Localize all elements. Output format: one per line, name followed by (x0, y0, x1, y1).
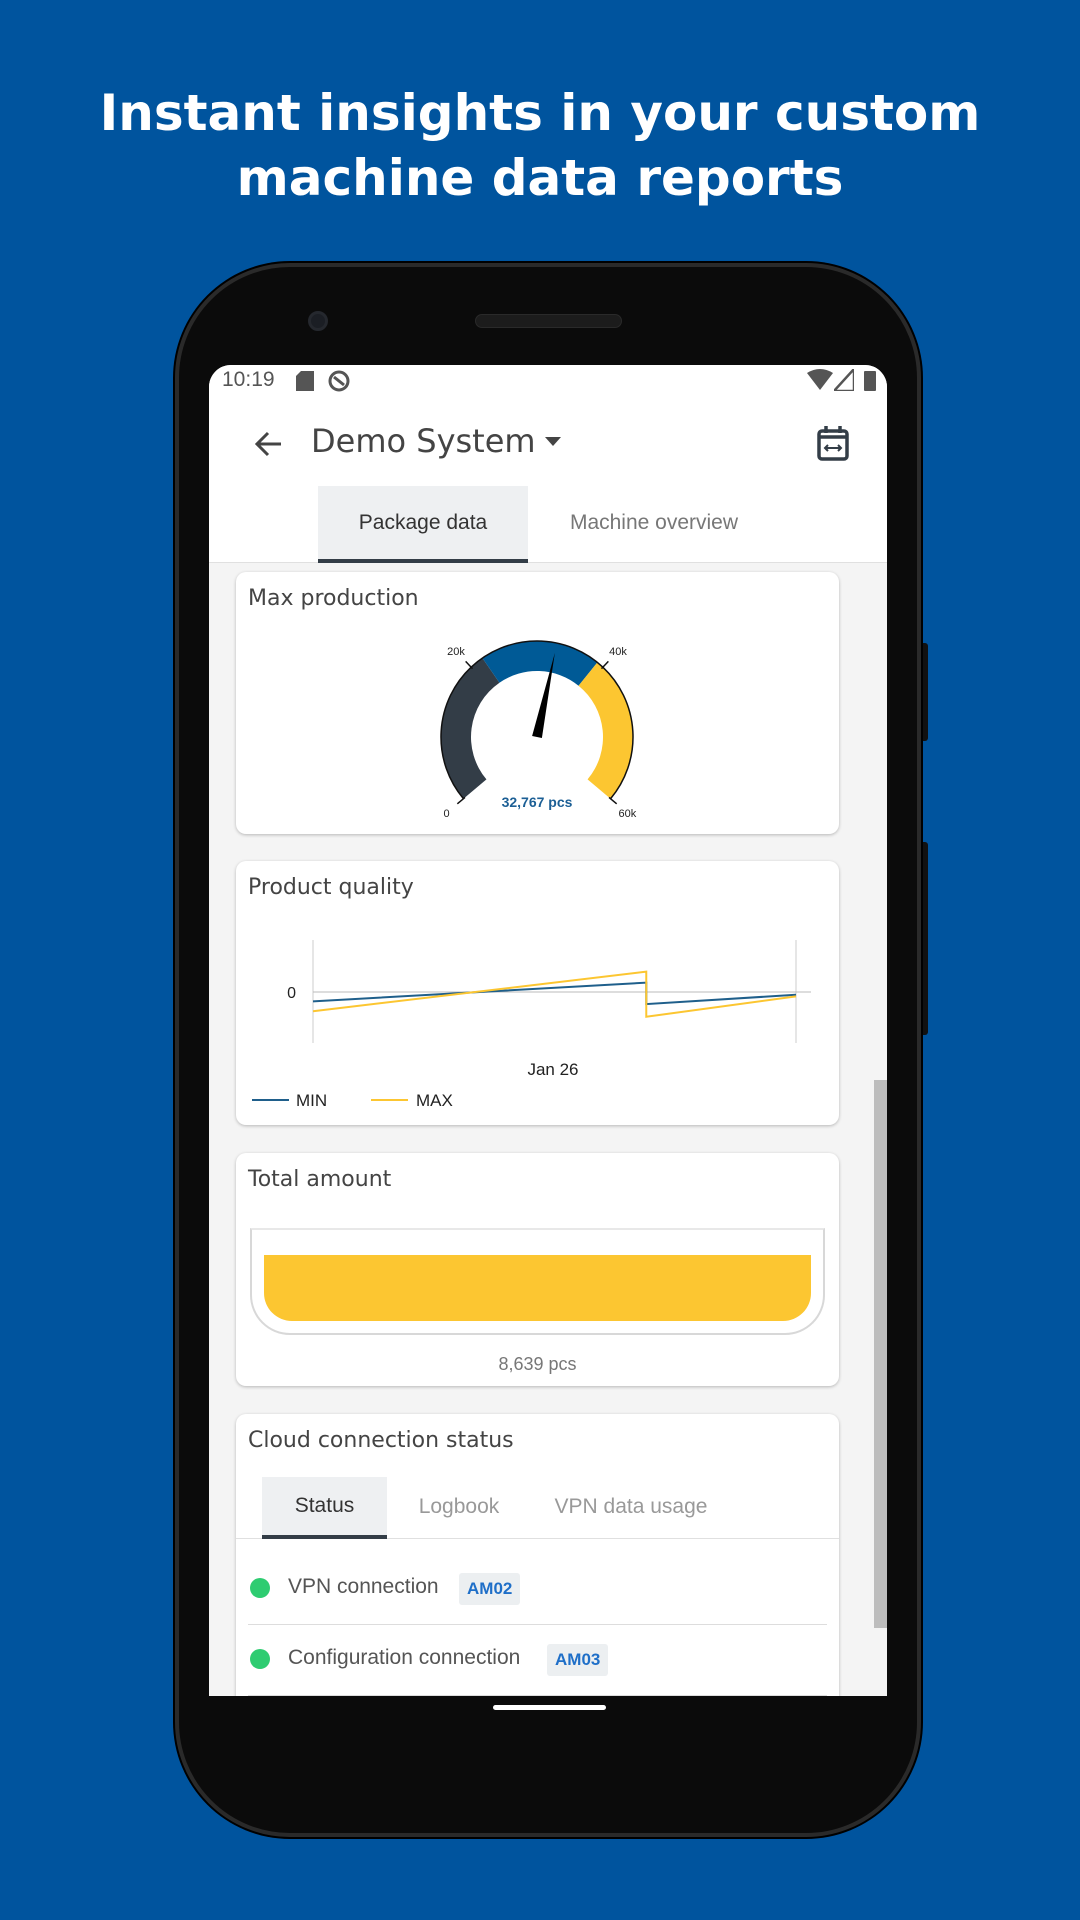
vpn-connection-label: VPN connection (288, 1575, 439, 1598)
gauge-band-1 (482, 641, 598, 686)
legend-min-label: MIN (296, 1091, 327, 1110)
sync-icon (328, 370, 350, 392)
card-title: Cloud connection status (248, 1428, 514, 1453)
battery-icon (864, 371, 876, 391)
row-divider (248, 1624, 827, 1625)
tab-logbook[interactable]: Logbook (404, 1477, 514, 1537)
app-screen: 10:19 Demo System Package data Machine o… (209, 365, 887, 1696)
gauge-value-label: 32,767 pcs (502, 794, 573, 810)
amount-value: 8,639 pcs (498, 1354, 577, 1374)
gauge-tick (456, 796, 466, 805)
gauge-tick (465, 660, 474, 670)
home-indicator[interactable] (493, 1705, 606, 1710)
headline-line-2: machine data reports (236, 149, 844, 207)
system-title[interactable]: Demo System (311, 422, 536, 460)
camera-icon (308, 311, 328, 331)
speaker-grille (475, 314, 622, 328)
series-line-min (312, 981, 797, 1006)
cloud-status-card: Cloud connection status Status Logbook V… (236, 1414, 839, 1696)
gauge: 0 20k 40k 60k 32,767 pcs (440, 640, 637, 820)
total-amount-card: Total amount 8,639 pcs (236, 1153, 839, 1386)
max-production-card: Max production 0 20k 40k 60k 32,767 pcs (236, 572, 839, 834)
gauge-tick-label: 40k (609, 646, 627, 658)
scrollbar[interactable] (874, 1080, 887, 1628)
wifi-icon (807, 369, 833, 390)
tab-package-data[interactable]: Package data (318, 486, 528, 563)
gauge-tick-label: 0 (444, 808, 450, 820)
app-header: 10:19 Demo System Package data Machine o… (209, 365, 887, 563)
calendar-range-icon[interactable] (817, 425, 849, 461)
y-tick-label: 0 (287, 985, 296, 1002)
configuration-connection-label: Configuration connection (288, 1646, 521, 1669)
gauge-tick-label: 20k (447, 646, 465, 658)
status-dot-green (250, 1649, 270, 1669)
gauge-tick (608, 796, 618, 805)
status-dot-green (250, 1578, 270, 1598)
legend-max-label: MAX (416, 1091, 453, 1110)
gauge-band-2 (578, 662, 633, 799)
headline-line-1: Instant insights in your custom (99, 84, 981, 142)
signal-icon (834, 369, 854, 391)
line-chart: 0 Jan 26 MIN MAX (252, 940, 811, 1110)
tab-machine-overview[interactable]: Machine overview (549, 486, 759, 559)
tab-vpn-data-usage[interactable]: VPN data usage (536, 1477, 726, 1537)
amount-bar-track (250, 1228, 825, 1335)
row-divider (248, 1695, 827, 1696)
x-tick-label: Jan 26 (527, 1060, 578, 1079)
card-title: Total amount (248, 1167, 392, 1192)
tab-status[interactable]: Status (262, 1477, 387, 1539)
sd-card-icon (296, 371, 314, 391)
gauge-tick (600, 660, 609, 670)
gauge-tick-label: 60k (619, 808, 637, 820)
config-badge: AM03 (547, 1644, 609, 1676)
amount-bar-fill (264, 1255, 811, 1321)
vpn-badge: AM02 (459, 1573, 521, 1605)
status-time: 10:19 (222, 368, 275, 391)
series-line-max (312, 970, 797, 1018)
back-arrow-icon[interactable] (253, 429, 283, 459)
product-quality-card: Product quality 0 Jan 26 MIN MAX (236, 861, 839, 1125)
caret-down-icon[interactable] (545, 437, 561, 447)
